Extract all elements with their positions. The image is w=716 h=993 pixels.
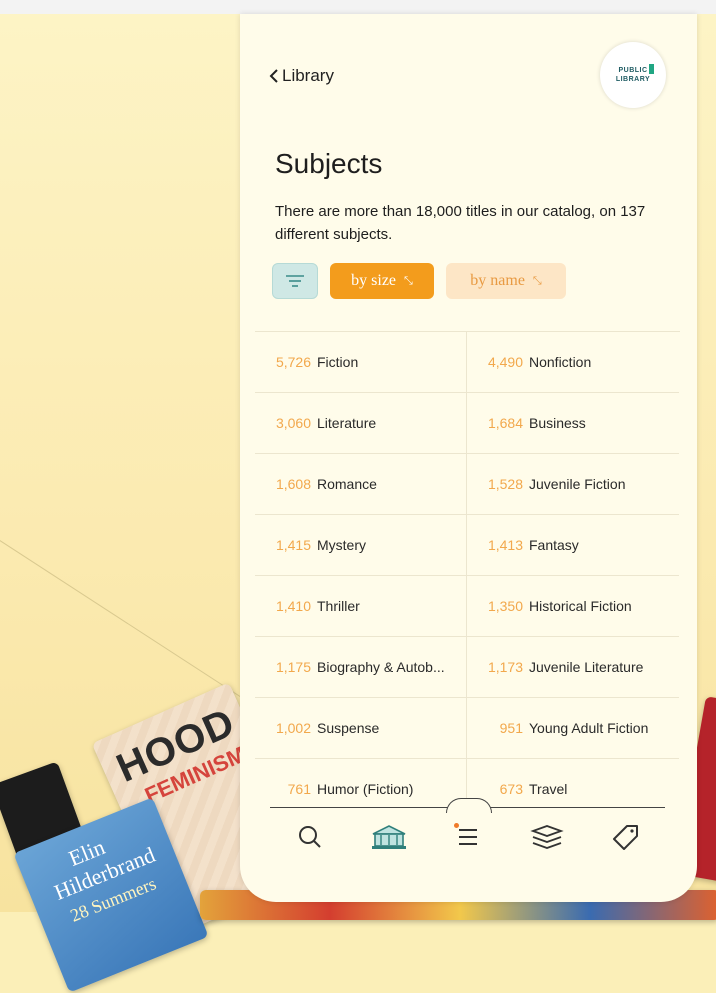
search-icon <box>298 826 321 848</box>
filter-icon <box>286 275 304 287</box>
subject-item[interactable]: 1,175 Biography & Autob... <box>255 637 467 698</box>
subject-item[interactable]: 1,173 Juvenile Literature <box>467 637 679 698</box>
subject-count: 761 <box>287 781 311 797</box>
stack-icon <box>529 825 564 849</box>
logo-text-bottom: LIBRARY <box>615 76 651 83</box>
subject-name: Juvenile Literature <box>529 659 644 675</box>
subject-item[interactable]: 1,415 Mystery <box>255 515 467 576</box>
notification-dot <box>453 823 459 828</box>
subject-item[interactable]: 673 Travel <box>467 759 679 808</box>
chevron-left-icon <box>269 69 278 83</box>
library-logo[interactable]: PUBLIC LIBRARY <box>600 42 666 108</box>
sort-arrow-icon: ⤡ <box>532 274 542 287</box>
subject-count: 1,413 <box>487 537 523 553</box>
subject-item[interactable]: 951 Young Adult Fiction <box>467 698 679 759</box>
subject-item[interactable]: 1,410 Thriller <box>255 576 467 637</box>
subject-name: Juvenile Fiction <box>529 476 626 492</box>
subject-count: 3,060 <box>275 415 311 431</box>
subject-count: 1,415 <box>275 537 311 553</box>
subject-item[interactable]: 1,608 Romance <box>255 454 467 515</box>
nav-menu-button[interactable] <box>444 817 492 857</box>
logo-text-top: PUBLIC <box>618 67 648 74</box>
subject-count: 1,684 <box>487 415 523 431</box>
subject-item[interactable]: 4,490 Nonfiction <box>467 332 679 393</box>
subject-item[interactable]: 761 Humor (Fiction) <box>255 759 467 808</box>
subject-name: Mystery <box>317 537 366 553</box>
subject-name: Business <box>529 415 586 431</box>
subject-count: 1,002 <box>275 720 311 736</box>
bottom-nav <box>270 814 665 860</box>
sort-by-name-button[interactable]: by name ⤡ <box>446 263 566 299</box>
subject-item[interactable]: 1,528 Juvenile Fiction <box>467 454 679 515</box>
nav-stack-button[interactable] <box>523 817 571 857</box>
subject-name: Fiction <box>317 354 359 370</box>
subject-item[interactable]: 1,684 Business <box>467 393 679 454</box>
subject-count: 1,528 <box>487 476 523 492</box>
nav-search-button[interactable] <box>286 817 334 857</box>
subject-name: Fantasy <box>529 537 579 553</box>
subjects-panel: Library PUBLIC LIBRARY Subjects There ar… <box>240 14 697 902</box>
filter-button[interactable] <box>272 263 318 299</box>
subject-name: Travel <box>529 781 568 797</box>
subject-name: Literature <box>317 415 377 431</box>
back-button[interactable]: Library <box>268 66 334 86</box>
subject-item[interactable]: 5,726 Fiction <box>255 332 467 393</box>
subject-name: Romance <box>317 476 377 492</box>
subject-name: Nonfiction <box>529 354 592 370</box>
nav-library-button[interactable] <box>365 817 413 857</box>
sort-by-size-label: by size <box>351 272 397 289</box>
subject-count: 1,173 <box>487 659 523 675</box>
top-strip <box>0 0 716 14</box>
subject-count: 4,490 <box>487 354 523 370</box>
sort-by-size-button[interactable]: by size ⤡ <box>330 263 434 299</box>
subject-count: 1,175 <box>275 659 311 675</box>
subject-item[interactable]: 1,002 Suspense <box>255 698 467 759</box>
back-label: Library <box>282 66 334 85</box>
sort-by-name-label: by name <box>470 272 525 289</box>
subject-name: Historical Fiction <box>529 598 632 614</box>
subject-name: Thriller <box>317 598 360 614</box>
page-title: Subjects <box>275 148 383 179</box>
nav-tag-button[interactable] <box>602 817 650 857</box>
subject-name: Biography & Autob... <box>317 659 445 675</box>
nav-notch <box>446 798 492 813</box>
subject-item[interactable]: 1,413 Fantasy <box>467 515 679 576</box>
logo-mark-icon <box>649 64 654 74</box>
subject-count: 1,410 <box>275 598 311 614</box>
subject-count: 1,608 <box>275 476 311 492</box>
library-icon <box>371 825 406 849</box>
subject-count: 5,726 <box>275 354 311 370</box>
subject-item[interactable]: 1,350 Historical Fiction <box>467 576 679 637</box>
subjects-grid: 5,726 Fiction 4,490 Nonfiction 3,060 Litera… <box>255 331 680 808</box>
subject-name: Humor (Fiction) <box>317 781 414 797</box>
subject-item[interactable]: 3,060 Literature <box>255 393 467 454</box>
subject-name: Young Adult Fiction <box>529 720 649 736</box>
page-description: There are more than 18,000 titles in our… <box>275 203 646 243</box>
menu-icon <box>458 829 477 845</box>
subject-count: 673 <box>499 781 523 797</box>
subject-count: 1,350 <box>487 598 523 614</box>
subject-count: 951 <box>499 720 523 736</box>
subject-name: Suspense <box>317 720 380 736</box>
tag-icon <box>612 825 638 850</box>
sort-arrow-icon: ⤡ <box>404 274 413 287</box>
